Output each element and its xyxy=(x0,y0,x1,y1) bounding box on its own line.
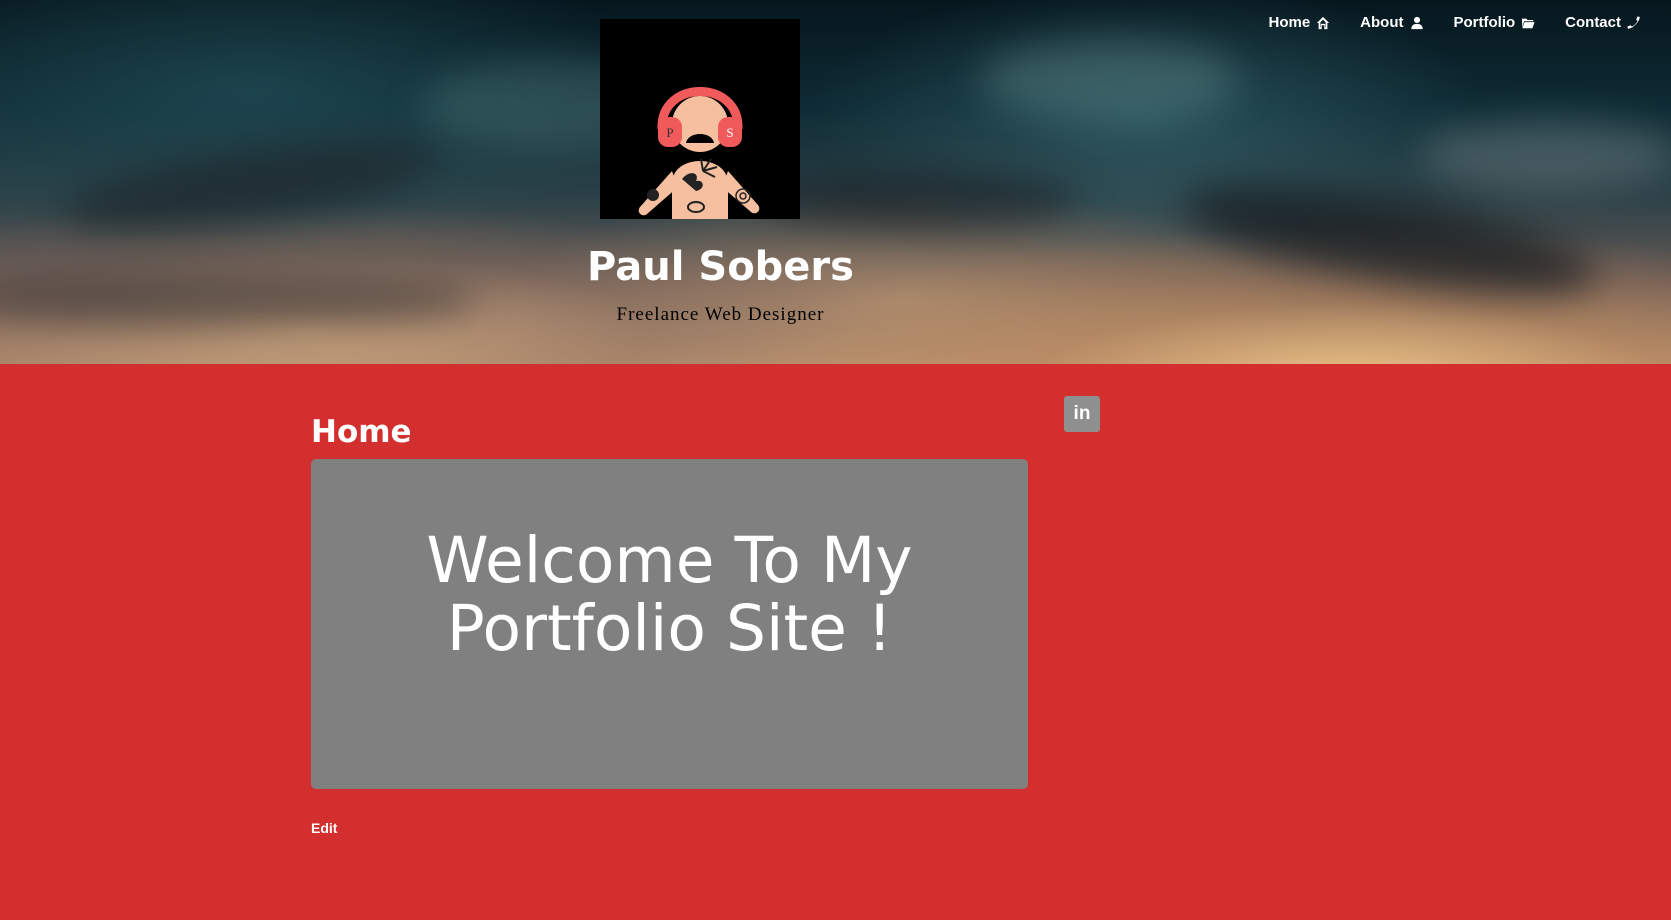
nav-item-home[interactable]: Home xyxy=(1268,14,1330,31)
hero-banner: Home About Portfolio Contact P S Paul So… xyxy=(0,0,1671,364)
cloud-shape xyxy=(1420,120,1671,190)
site-logo[interactable]: P S xyxy=(600,19,800,219)
welcome-line-2: Portfolio Site ! xyxy=(446,592,893,665)
nav-item-label: Portfolio xyxy=(1453,14,1516,31)
logo-avatar: P S xyxy=(600,19,800,219)
site-tagline: Freelance Web Designer xyxy=(616,304,825,325)
edit-link[interactable]: Edit xyxy=(311,820,337,836)
nav-item-contact[interactable]: Contact xyxy=(1565,14,1641,31)
welcome-line-1: Welcome To My xyxy=(426,524,913,597)
cloud-shape xyxy=(56,123,444,247)
logo-letter-p: P xyxy=(666,125,673,140)
cloud-shape xyxy=(980,40,1240,120)
user-icon xyxy=(1410,16,1423,29)
main-nav: Home About Portfolio Contact xyxy=(1268,14,1641,31)
welcome-panel: Welcome To My Portfolio Site ! xyxy=(311,459,1028,789)
phone-icon xyxy=(1627,15,1640,29)
nav-item-about[interactable]: About xyxy=(1360,14,1423,31)
nav-item-label: About xyxy=(1360,14,1404,31)
logo-letter-s: S xyxy=(726,125,733,140)
site-name: Paul Sobers xyxy=(587,244,854,290)
folder-icon xyxy=(1522,18,1535,28)
nav-item-label: Home xyxy=(1268,14,1311,31)
home-icon xyxy=(1317,16,1330,29)
nav-item-portfolio[interactable]: Portfolio xyxy=(1454,14,1536,31)
cloud-shape xyxy=(760,170,1080,230)
page-title: Home xyxy=(311,414,412,450)
welcome-heading: Welcome To My Portfolio Site ! xyxy=(311,527,1028,663)
linkedin-icon: in xyxy=(1073,403,1091,424)
linkedin-button[interactable]: in xyxy=(1064,396,1100,432)
nav-item-label: Contact xyxy=(1565,14,1621,31)
